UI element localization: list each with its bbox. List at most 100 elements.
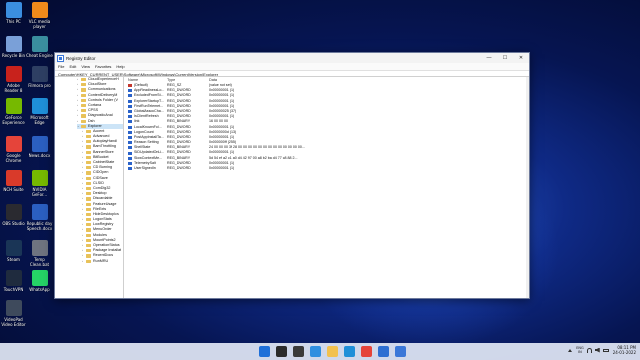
app-icon: [31, 66, 48, 82]
binary-value-icon: [128, 141, 132, 145]
folder-icon: [86, 212, 91, 217]
value-data: 0x00000001 (1): [209, 166, 235, 170]
folder-icon: [86, 254, 91, 258]
desktop-icon-label: VLC media player: [28, 19, 51, 29]
address-bar[interactable]: Computer\HKEY_CURRENT_USER\Software\Micr…: [55, 70, 529, 77]
folder-icon: [81, 119, 86, 123]
values-scrollbar[interactable]: [526, 77, 529, 298]
maximize-button[interactable]: ☐: [497, 53, 513, 63]
folder-icon: [86, 176, 91, 180]
desktop-icon[interactable]: Temp Clean.bat: [26, 240, 53, 267]
registry-editor-window[interactable]: Registry Editor — ☐ ✕ File Edit View Fav…: [54, 52, 530, 299]
edge-icon[interactable]: [344, 346, 355, 357]
desktop-icon-label: News.docx: [28, 153, 51, 158]
search-icon[interactable]: [276, 346, 287, 357]
store-icon[interactable]: [378, 346, 389, 357]
desktop-icon[interactable]: GeForce Experience: [0, 98, 27, 125]
desktop-icon[interactable]: Cheat Engine: [26, 36, 53, 58]
folder-icon: [81, 124, 86, 128]
app-icon: [31, 136, 48, 152]
binary-value-icon: [128, 130, 132, 134]
binary-value-icon: [128, 156, 132, 160]
folder-icon: [86, 233, 91, 237]
desktop-icon-label: Adobe Reader 8: [4, 83, 23, 93]
start-icon[interactable]: [259, 346, 270, 357]
desktop-icons: This PC VLC media player Recycle Bin Cheat …: [0, 0, 54, 330]
desktop-icon[interactable]: TouchVPN: [0, 270, 27, 292]
battery-icon[interactable]: [602, 348, 609, 352]
title-bar[interactable]: Registry Editor — ☐ ✕: [55, 53, 529, 63]
desktop-icon-label: GeForce Experience: [2, 115, 25, 125]
folder-icon: [86, 145, 91, 149]
folder-icon: [86, 249, 91, 253]
taskbar-apps: [259, 346, 412, 357]
desktop-icon[interactable]: NVIDIA GeFor...: [26, 170, 53, 197]
value-row[interactable]: UserSignedIn REG_DWORD 0x00000001 (1): [124, 166, 529, 171]
desktop-icon[interactable]: Steam: [0, 240, 27, 262]
binary-value-icon: [128, 151, 132, 155]
app-icon: [5, 270, 22, 286]
system-tray: ENG IN 08:11 PM 24-01-2022: [565, 345, 636, 355]
registry-icon[interactable]: [395, 346, 406, 357]
chevron-up-icon[interactable]: [568, 348, 573, 352]
desktop-icon[interactable]: Adobe Reader 8: [0, 66, 27, 93]
desktop-icon[interactable]: Filmora pro: [26, 66, 53, 88]
folder-icon: [86, 207, 91, 211]
desktop-icon[interactable]: Republic day Speech.docx: [26, 204, 53, 231]
menu-file[interactable]: File: [58, 64, 64, 69]
desktop-icon-label: Filmora pro: [28, 83, 51, 88]
app-icon: [5, 98, 22, 114]
desktop-icon-label: Microsoft Edge: [30, 115, 49, 125]
binary-value-icon: [128, 135, 132, 139]
desktop-icon[interactable]: Microsoft Edge: [26, 98, 53, 125]
file-explorer-icon[interactable]: [327, 346, 338, 357]
binary-value-icon: [128, 99, 132, 103]
desktop-icon[interactable]: WhatsApp: [26, 270, 53, 292]
binary-value-icon: [128, 94, 132, 98]
folder-icon: [81, 114, 86, 118]
folder-icon: [86, 150, 91, 154]
desktop-icon-label: Temp Clean.bat: [29, 257, 50, 267]
app-icon: [31, 170, 48, 186]
desktop-icon-label: NVIDIA GeFor...: [31, 187, 48, 197]
menu-view[interactable]: View: [81, 64, 90, 69]
folder-icon: [86, 197, 91, 201]
speaker-icon[interactable]: [594, 347, 600, 353]
desktop-icon[interactable]: This PC: [0, 2, 27, 24]
wifi-icon[interactable]: [586, 347, 592, 353]
clock[interactable]: 08:11 PM 24-01-2022: [613, 345, 636, 355]
language-region[interactable]: IN: [576, 350, 584, 354]
tree-node[interactable]: › RunMRU: [77, 259, 123, 264]
tree-node-label: RunMRU: [93, 258, 109, 263]
registry-editor-icon: [57, 54, 64, 62]
desktop-icon-label: Google Chrome: [5, 153, 22, 163]
folder-icon: [81, 109, 86, 113]
close-button[interactable]: ✕: [513, 53, 529, 63]
desktop-icon[interactable]: OBS Studio: [0, 204, 27, 226]
value-type: REG_DWORD: [167, 166, 191, 170]
values-pane[interactable]: Name Type Data (Default) REG_SZ (value not…: [124, 77, 529, 298]
menu-favorites[interactable]: Favorites: [95, 64, 111, 69]
desktop-icon[interactable]: VLC media player: [26, 2, 53, 29]
chrome-icon[interactable]: [361, 346, 372, 357]
value-name: UserSignedIn: [134, 166, 156, 170]
menu-edit[interactable]: Edit: [69, 64, 76, 69]
task-view-icon[interactable]: [293, 346, 304, 357]
minimize-button[interactable]: —: [481, 53, 497, 63]
folder-icon: [81, 83, 86, 87]
app-icon: [5, 2, 22, 18]
widgets-icon[interactable]: [310, 346, 321, 357]
desktop-icon-label: This PC: [6, 19, 21, 24]
folder-icon: [86, 218, 91, 222]
folder-icon: [81, 103, 86, 108]
app-icon: [31, 36, 48, 52]
desktop-icon[interactable]: Recycle Bin: [0, 36, 27, 58]
key-tree[interactable]: › CloudExperienceH › CloudStore › Communicati…: [55, 77, 124, 298]
menu-help[interactable]: Help: [116, 64, 124, 69]
desktop-icon-label: Cheat Engine: [26, 53, 53, 58]
folder-icon: [86, 155, 91, 159]
desktop-icon[interactable]: Google Chrome: [0, 136, 27, 163]
desktop-icon[interactable]: News.docx: [26, 136, 53, 158]
desktop-icon[interactable]: NCH Suite: [0, 170, 27, 192]
desktop-icon[interactable]: VideoPad Video Editor: [0, 300, 27, 327]
